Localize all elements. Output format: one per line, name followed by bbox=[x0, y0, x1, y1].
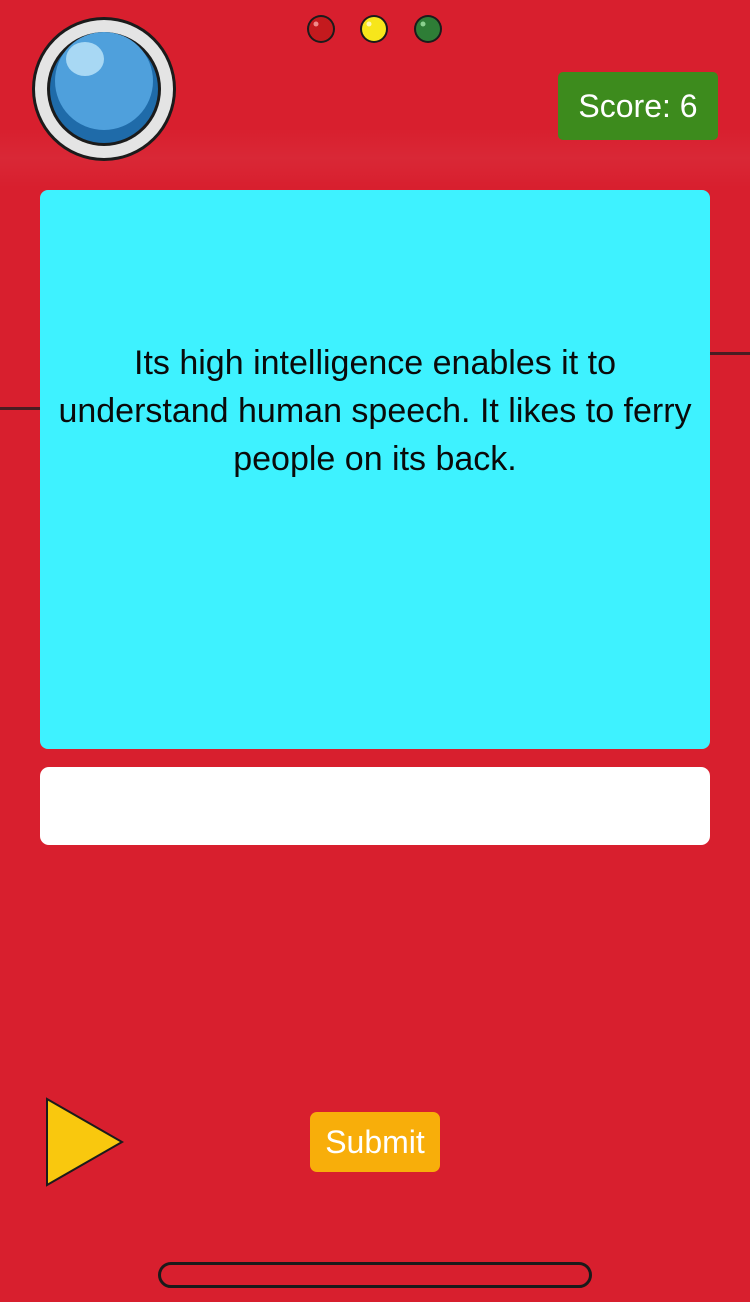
answer-input[interactable] bbox=[40, 767, 710, 845]
clue-screen: Its high intelligence enables it to unde… bbox=[40, 190, 710, 749]
score-label: Score: 6 bbox=[578, 87, 698, 124]
blue-lens-icon bbox=[30, 15, 178, 163]
red-light-icon bbox=[306, 14, 336, 44]
device-seam-right bbox=[710, 352, 750, 355]
clue-text: Its high intelligence enables it to unde… bbox=[58, 343, 692, 478]
play-triangle-icon[interactable] bbox=[44, 1096, 126, 1188]
submit-button[interactable]: Submit bbox=[310, 1112, 440, 1172]
yellow-light-icon bbox=[359, 14, 389, 44]
green-light-icon bbox=[413, 14, 443, 44]
score-badge: Score: 6 bbox=[558, 72, 718, 140]
device-seam-left bbox=[0, 407, 40, 410]
speaker-slot bbox=[158, 1262, 592, 1288]
